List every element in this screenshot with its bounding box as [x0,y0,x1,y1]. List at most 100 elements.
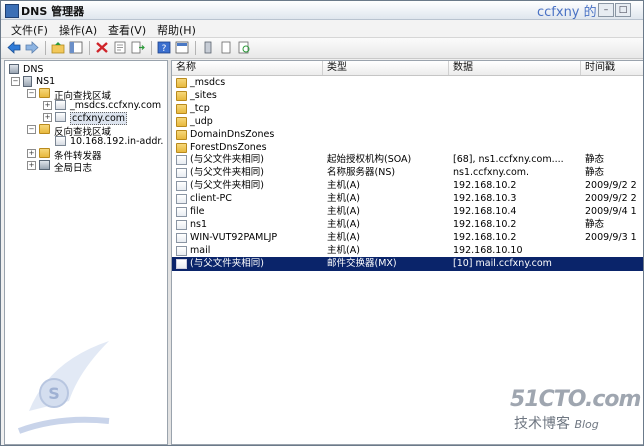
page-icon[interactable] [219,41,233,54]
dns-record-icon [176,194,187,205]
table-row[interactable]: (与父文件夹相同) 主机(A) 192.168.10.2 2009/9/2 2 [172,179,643,193]
dns-app-icon [5,4,19,18]
cell-time: 2009/9/2 2 [585,180,637,192]
cell-name: ns1 [190,218,208,230]
minimize-icon: – [603,5,609,15]
toolbar: ? [1,38,643,59]
table-row[interactable]: _tcp [172,102,643,116]
record-list: 名称 类型 数据 时间戳 _msdcs _sites _tcp _udp DomainD… [171,60,643,445]
cell-time: 2009/9/2 2 [585,193,637,205]
show-tree-icon[interactable] [69,41,83,54]
minimize-button[interactable]: – [598,3,614,17]
cell-name: mail [190,244,211,256]
zone-icon [55,112,66,122]
menu-view[interactable]: 查看(V) [108,22,146,38]
zone-icon [55,136,66,146]
cell-type: 主机(A) [327,180,360,192]
cell-data: 192.168.10.2 [453,218,517,230]
table-row[interactable]: ForestDnsZones [172,141,643,155]
table-row[interactable]: ns1 主机(A) 192.168.10.2 静态 [172,218,643,232]
menu-file[interactable]: 文件(F) [11,22,48,38]
expand-toggle-icon[interactable]: + [43,113,52,122]
column-header-type[interactable]: 类型 [323,61,449,75]
cell-data: 192.168.10.2 [453,231,517,243]
dns-root-icon [9,64,19,74]
menu-help[interactable]: 帮助(H) [157,22,196,38]
table-row[interactable]: client-PC 主机(A) 192.168.10.3 2009/9/2 2 [172,192,643,206]
folder-icon [176,116,187,127]
column-header-data[interactable]: 数据 [449,61,581,75]
dns-record-icon [176,245,187,256]
cell-data: 192.168.10.10 [453,244,523,256]
dns-record-icon [176,219,187,230]
maximize-button[interactable]: □ [615,3,631,17]
console-icon[interactable] [175,41,189,54]
folder-icon [176,129,187,140]
column-header-timestamp[interactable]: 时间戳 [581,61,643,75]
cell-type: 起始授权机构(SOA) [327,154,412,166]
expand-toggle-icon[interactable]: + [27,161,36,170]
table-row[interactable]: mail 主机(A) 192.168.10.10 [172,244,643,258]
cell-name: (与父文件夹相同) [190,167,264,179]
table-row[interactable]: WIN-VUT92PAMLJP 主机(A) 192.168.10.2 2009/9/3… [172,231,643,245]
expand-toggle-icon[interactable]: + [27,149,36,158]
export-list-icon[interactable] [131,41,145,54]
delete-icon[interactable] [95,41,109,54]
expand-toggle-icon[interactable]: + [43,101,52,110]
table-row[interactable]: _sites [172,89,643,103]
menu-bar: 文件(F) 操作(A) 查看(V) 帮助(H) [1,20,643,38]
collapse-toggle-icon[interactable]: − [27,89,36,98]
table-row[interactable]: (与父文件夹相同) 名称服务器(NS) ns1.ccfxny.com. 静态 [172,166,643,180]
refresh-icon[interactable] [237,41,251,54]
table-row[interactable]: DomainDnsZones [172,128,643,142]
folder-icon [39,88,50,98]
menu-action[interactable]: 操作(A) [59,22,97,38]
dns-manager-window: DNS 管理器 ccfxny 的 – □ 文件(F) 操作(A) 查看(V) 帮… [0,0,644,446]
collapse-toggle-icon[interactable]: − [11,77,20,86]
folder-icon [39,148,50,158]
table-row[interactable]: (与父文件夹相同) 邮件交换器(MX) [10] mail.ccfxny.com [172,256,643,271]
table-row[interactable]: _msdcs [172,76,643,90]
cell-time: 静态 [585,167,605,179]
dns-record-icon [176,232,187,243]
dns-record-icon [176,207,187,217]
up-folder-icon[interactable] [51,41,65,54]
console-tree: DNS − NS1 − 正向查找区域 + _msdcs.ccfxny.com +… [4,60,168,445]
properties-icon[interactable] [113,41,127,54]
table-row[interactable]: _udp [172,115,643,129]
blog-watermark: 技术博客 Blog [514,416,599,432]
server-icon[interactable] [201,41,215,54]
help-icon[interactable]: ? [157,41,171,54]
list-header: 名称 类型 数据 时间戳 [172,61,643,76]
table-row[interactable]: (与父文件夹相同) 起始授权机构(SOA) [68], ns1.ccfxny.com… [172,153,643,167]
cell-type: 邮件交换器(MX) [327,257,397,269]
cell-time: 静态 [585,218,605,230]
table-row[interactable]: file 主机(A) 192.168.10.4 2009/9/4 1 [172,205,643,219]
cell-time: 静态 [585,154,605,166]
folder-icon [176,90,187,101]
cell-name: (与父文件夹相同) [190,154,264,166]
cell-type: 主机(A) [327,218,360,230]
cell-data: [68], ns1.ccfxny.com.... [453,154,564,166]
cell-name: WIN-VUT92PAMLJP [190,231,278,243]
folder-icon [176,103,187,114]
back-arrow-icon[interactable] [7,41,21,54]
dns-record-icon [176,258,187,269]
cell-type: 主机(A) [327,244,360,256]
cell-name: client-PC [190,193,232,205]
cell-time: 2009/9/3 1 [585,231,637,243]
cell-type: 名称服务器(NS) [327,167,396,179]
cell-data: 192.168.10.2 [453,180,517,192]
maximize-icon: □ [618,5,628,15]
cell-name: _udp [190,115,213,127]
forward-arrow-icon[interactable] [25,41,39,54]
dns-record-icon [176,181,187,192]
cell-data: 192.168.10.4 [453,206,517,217]
column-header-name[interactable]: 名称 [172,61,323,75]
zone-icon [55,100,66,110]
cell-name: ForestDnsZones [190,141,267,153]
cell-name: _tcp [190,102,210,114]
cell-name: file [190,206,205,217]
server-node-icon [23,76,32,87]
collapse-toggle-icon[interactable]: − [27,125,36,134]
